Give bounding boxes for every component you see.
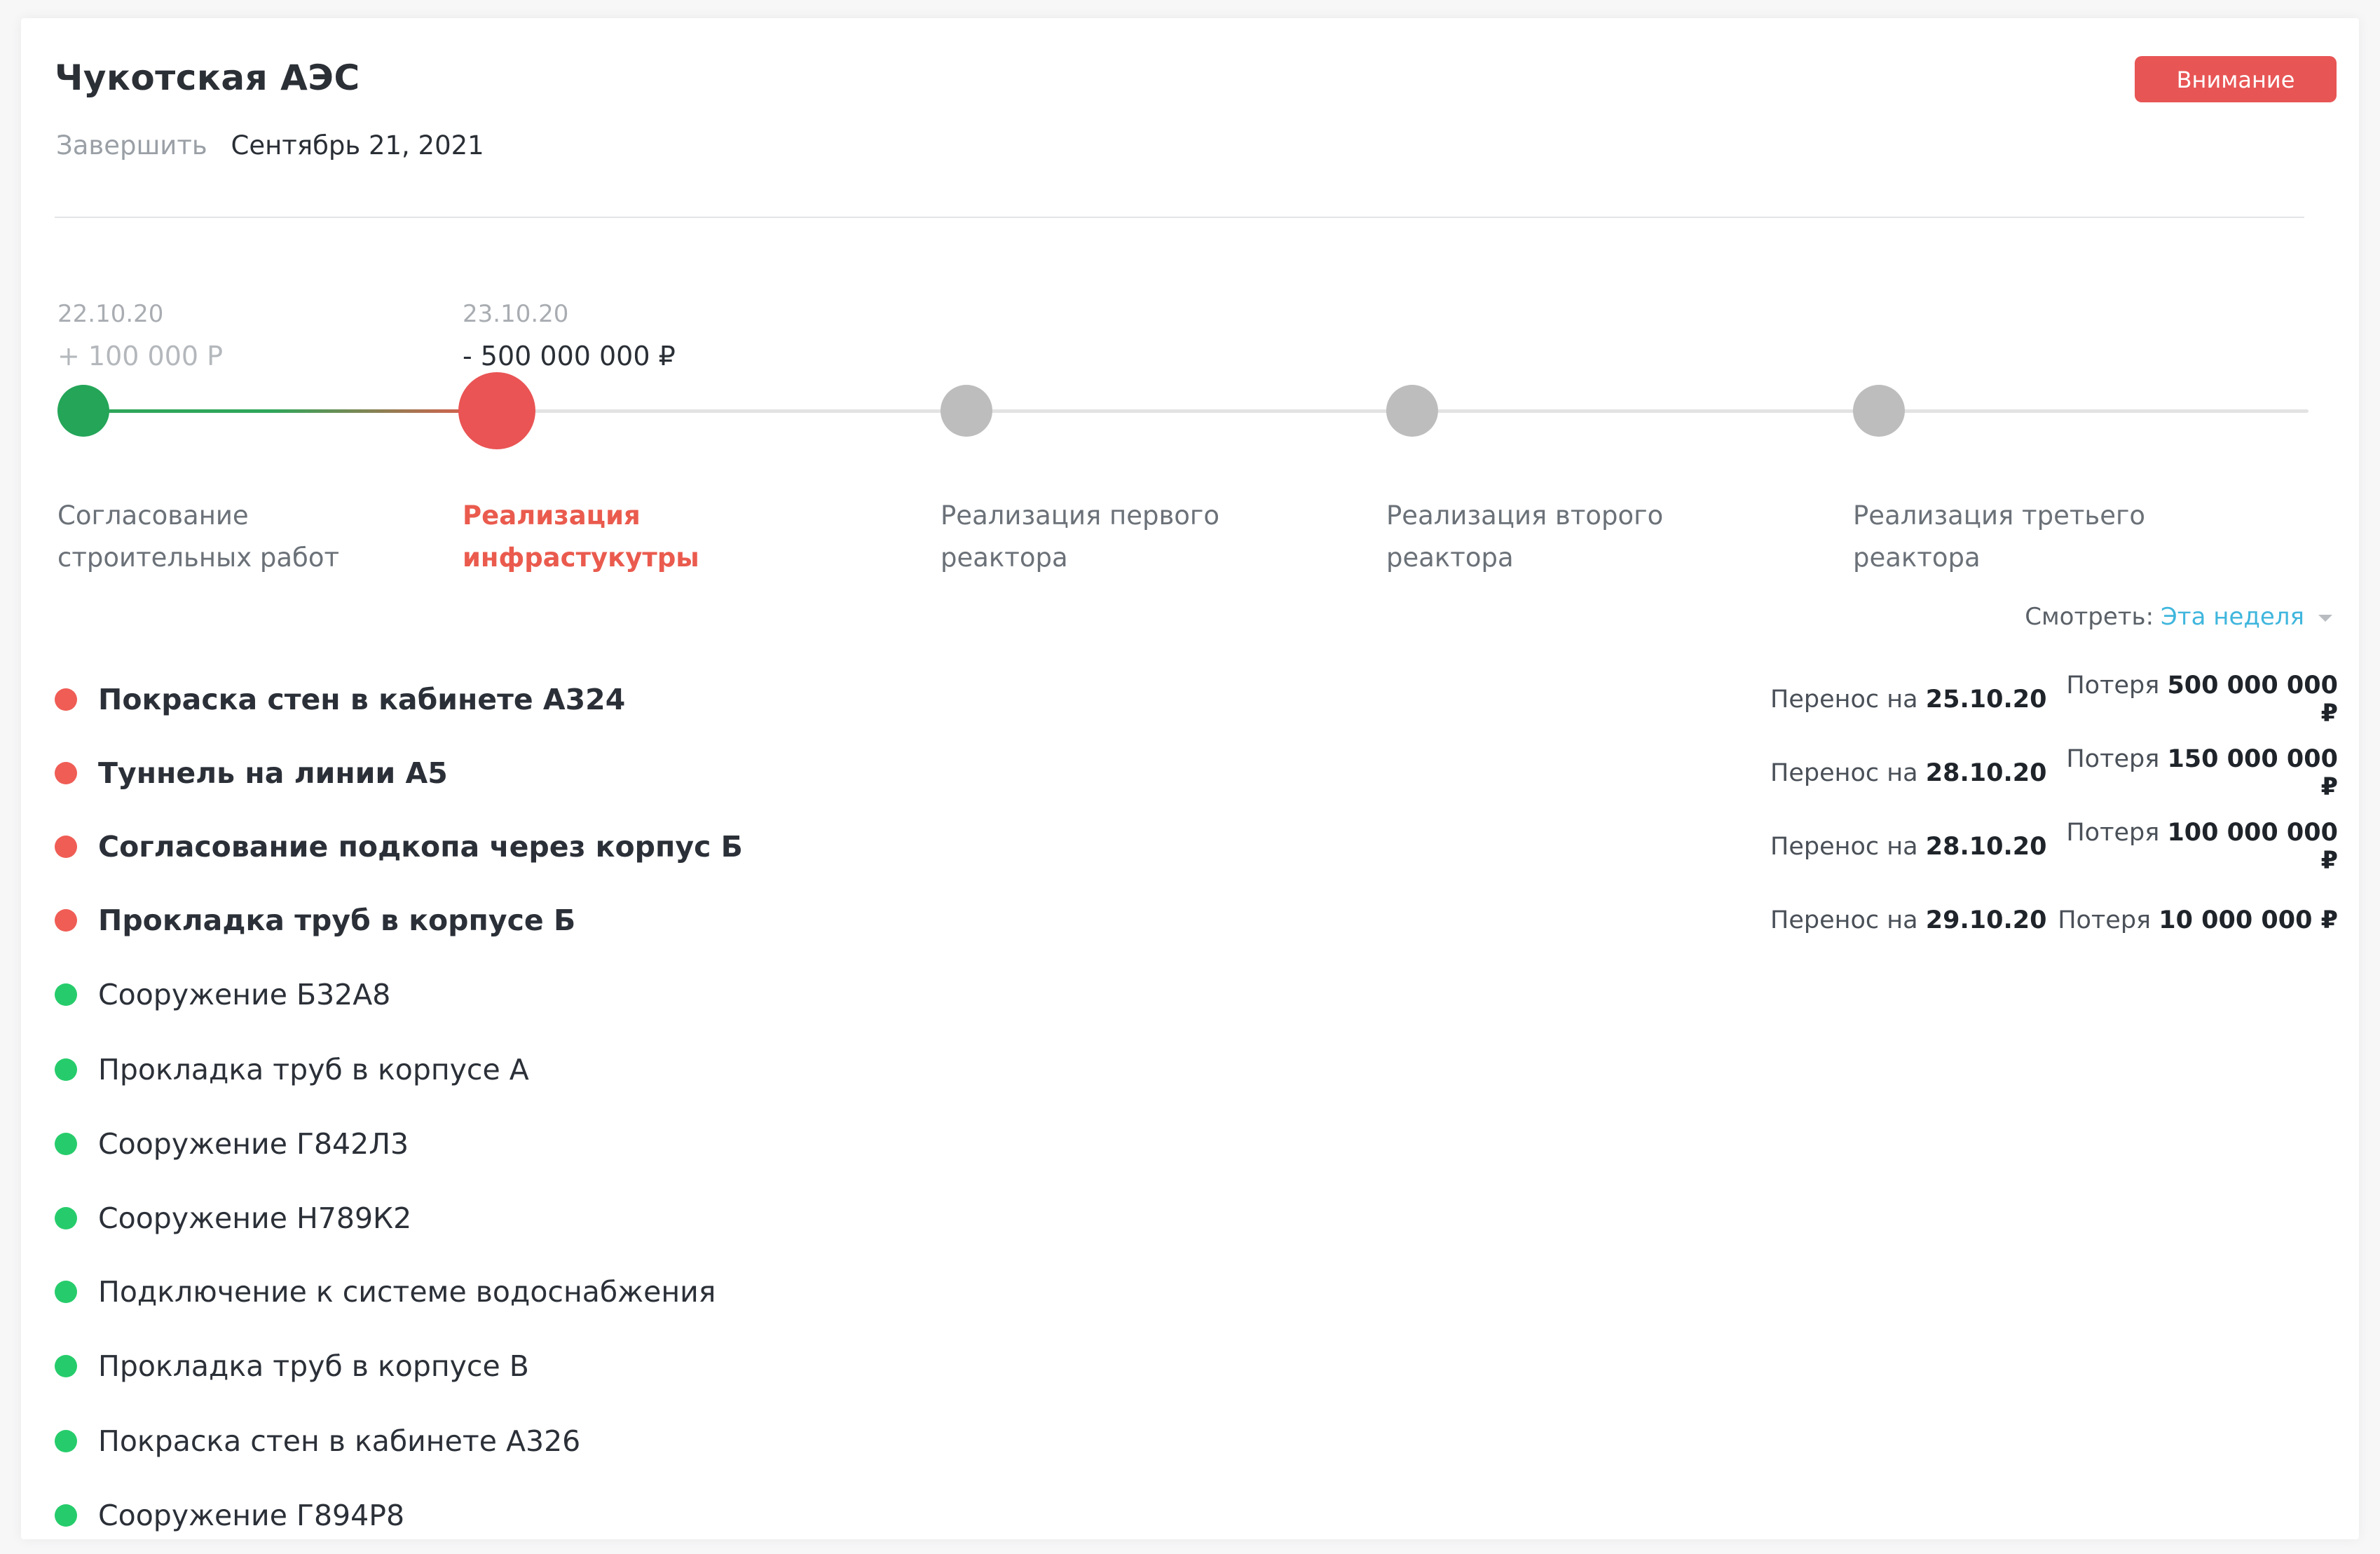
stage-3-label-line2: реактора bbox=[941, 543, 1068, 573]
task-row[interactable]: Сооружение Н789К2 bbox=[55, 1194, 2338, 1243]
stage-2-money: - 500 000 000 ₽ bbox=[463, 341, 676, 372]
stage-1-date: 22.10.20 bbox=[57, 300, 164, 328]
loss-value: 150 000 000 ₽ bbox=[2167, 745, 2338, 801]
task-row[interactable]: Прокладка труб в корпусе В bbox=[55, 1342, 2338, 1391]
task-name[interactable]: Покраска стен в кабинете А326 bbox=[98, 1424, 580, 1458]
period-filter-select[interactable]: Эта неделя bbox=[2161, 603, 2304, 631]
stage-3-label[interactable]: Реализация первого реактора bbox=[941, 495, 1263, 579]
task-row[interactable]: Сооружение Б32А8 bbox=[55, 970, 2338, 1019]
task-row[interactable]: Покраска стен в кабинете А324 Перенос на… bbox=[55, 672, 2338, 728]
task-loss: Потеря 500 000 000 ₽ bbox=[2058, 672, 2338, 728]
task-impact: Перенос на 29.10.20 Потеря 10 000 000 ₽ bbox=[1770, 896, 2338, 945]
task-impact: Перенос на 28.10.20 Потеря 100 000 000 ₽ bbox=[1770, 819, 2338, 875]
loss-value: 100 000 000 ₽ bbox=[2167, 819, 2338, 875]
task-name[interactable]: Туннель на линии А5 bbox=[98, 756, 448, 790]
status-dot-green bbox=[55, 1504, 77, 1527]
task-reschedule: Перенос на 25.10.20 bbox=[1770, 686, 2058, 714]
reschedule-label: Перенос на bbox=[1770, 686, 1918, 714]
reschedule-label: Перенос на bbox=[1770, 759, 1918, 787]
status-dot-green bbox=[55, 1281, 77, 1303]
task-name[interactable]: Подключение к системе водоснабжения bbox=[98, 1275, 716, 1309]
stage-1-money: + 100 000 Р bbox=[57, 341, 224, 372]
task-row[interactable]: Сооружение Г842Л3 bbox=[55, 1119, 2338, 1168]
stage-1-label-line1: Согласование bbox=[57, 500, 249, 531]
task-impact: Перенос на 25.10.20 Потеря 500 000 000 ₽ bbox=[1770, 672, 2338, 728]
task-name[interactable]: Покраска стен в кабинете А324 bbox=[98, 683, 625, 716]
task-name[interactable]: Сооружение Б32А8 bbox=[98, 978, 390, 1011]
stage-2-label-line2: инфрастукутры bbox=[463, 543, 699, 573]
loss-label: Потеря bbox=[2066, 745, 2160, 773]
task-loss: Потеря 10 000 000 ₽ bbox=[2058, 906, 2338, 934]
stage-4-label-line2: реактора bbox=[1386, 543, 1514, 573]
stage-5-label[interactable]: Реализация третьего реактора bbox=[1853, 495, 2175, 579]
loss-value: 500 000 000 ₽ bbox=[2167, 672, 2338, 728]
reschedule-date: 28.10.20 bbox=[1925, 833, 2047, 861]
status-dot-red bbox=[55, 762, 77, 784]
task-name[interactable]: Прокладка труб в корпусе Б bbox=[98, 904, 575, 937]
status-dot-green bbox=[55, 1058, 77, 1081]
status-dot-red bbox=[55, 836, 77, 858]
task-reschedule: Перенос на 28.10.20 bbox=[1770, 833, 2058, 861]
task-loss: Потеря 150 000 000 ₽ bbox=[2058, 745, 2338, 801]
stage-2-date: 23.10.20 bbox=[463, 300, 569, 328]
task-impact: Перенос на 28.10.20 Потеря 150 000 000 ₽ bbox=[1770, 745, 2338, 801]
task-loss: Потеря 100 000 000 ₽ bbox=[2058, 819, 2338, 875]
task-name[interactable]: Прокладка труб в корпусе А bbox=[98, 1053, 529, 1086]
status-dot-green bbox=[55, 1207, 77, 1229]
stage-1-label[interactable]: Согласование строительных работ bbox=[57, 495, 380, 579]
loss-value: 10 000 000 ₽ bbox=[2159, 906, 2338, 934]
stage-5-node[interactable] bbox=[1853, 385, 1905, 437]
task-name[interactable]: Согласование подкопа через корпус Б bbox=[98, 830, 743, 864]
loss-label: Потеря bbox=[2058, 906, 2152, 934]
period-filter-label: Смотреть: bbox=[2025, 603, 2154, 631]
task-row[interactable]: Согласование подкопа через корпус Б Пере… bbox=[55, 819, 2338, 875]
task-reschedule: Перенос на 28.10.20 bbox=[1770, 759, 2058, 787]
task-row[interactable]: Туннель на линии А5 Перенос на 28.10.20 … bbox=[55, 745, 2338, 801]
task-row[interactable]: Сооружение Г894Р8 bbox=[55, 1491, 2338, 1540]
reschedule-date: 29.10.20 bbox=[1925, 906, 2047, 934]
stage-4-node[interactable] bbox=[1386, 385, 1438, 437]
loss-label: Потеря bbox=[2066, 672, 2160, 700]
stage-timeline: 22.10.20 + 100 000 Р Согласование строит… bbox=[21, 18, 2359, 579]
reschedule-date: 25.10.20 bbox=[1925, 686, 2047, 714]
status-dot-red bbox=[55, 688, 77, 711]
loss-label: Потеря bbox=[2066, 819, 2160, 847]
status-dot-green bbox=[55, 1355, 77, 1377]
task-row[interactable]: Прокладка труб в корпусе А bbox=[55, 1045, 2338, 1094]
stage-3-node[interactable] bbox=[941, 385, 992, 437]
stage-4-label[interactable]: Реализация второго реактора bbox=[1386, 495, 1709, 579]
period-filter: Смотреть: Эта неделя bbox=[2025, 603, 2332, 631]
task-name[interactable]: Сооружение Г842Л3 bbox=[98, 1127, 409, 1161]
timeline-progress-track bbox=[84, 409, 499, 413]
chevron-down-icon[interactable] bbox=[2318, 615, 2332, 622]
stage-4-label-line1: Реализация второго bbox=[1386, 500, 1664, 531]
stage-5-label-line2: реактора bbox=[1853, 543, 1981, 573]
stage-2-node[interactable] bbox=[458, 372, 535, 449]
task-name[interactable]: Прокладка труб в корпусе В bbox=[98, 1349, 529, 1383]
task-row[interactable]: Прокладка труб в корпусе Б Перенос на 29… bbox=[55, 896, 2338, 945]
task-reschedule: Перенос на 29.10.20 bbox=[1770, 906, 2058, 934]
reschedule-label: Перенос на bbox=[1770, 833, 1918, 861]
reschedule-date: 28.10.20 bbox=[1925, 759, 2047, 787]
stage-2-label[interactable]: Реализация инфрастукутры bbox=[463, 495, 785, 579]
status-dot-green bbox=[55, 983, 77, 1006]
task-row[interactable]: Покраска стен в кабинете А326 bbox=[55, 1417, 2338, 1466]
stage-2-label-line1: Реализация bbox=[463, 500, 641, 531]
stage-5-label-line1: Реализация третьего bbox=[1853, 500, 2146, 531]
status-dot-green bbox=[55, 1430, 77, 1452]
task-name[interactable]: Сооружение Н789К2 bbox=[98, 1201, 411, 1235]
reschedule-label: Перенос на bbox=[1770, 906, 1918, 934]
task-row[interactable]: Подключение к системе водоснабжения bbox=[55, 1267, 2338, 1316]
stage-3-label-line1: Реализация первого bbox=[941, 500, 1220, 531]
stage-1-node[interactable] bbox=[57, 385, 109, 437]
project-card: Чукотская АЭС Внимание Завершить Сентябр… bbox=[21, 18, 2359, 1539]
stage-1-label-line2: строительных работ bbox=[57, 543, 340, 573]
task-name[interactable]: Сооружение Г894Р8 bbox=[98, 1499, 404, 1532]
status-dot-red bbox=[55, 909, 77, 932]
status-dot-green bbox=[55, 1133, 77, 1155]
